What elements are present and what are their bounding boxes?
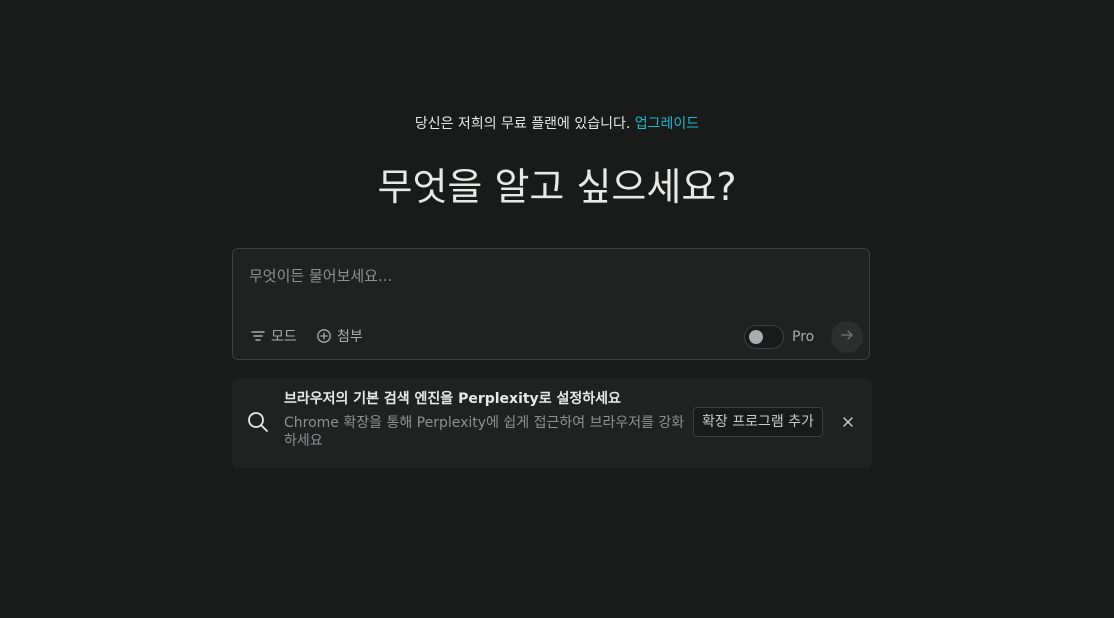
- promo-description: Chrome 확장을 통해 Perplexity에 쉽게 접근하여 브라우저를 …: [284, 415, 685, 449]
- attach-label: 첨부: [337, 329, 363, 345]
- mode-button[interactable]: 모드: [250, 325, 297, 347]
- pro-toggle-knob: [749, 330, 763, 344]
- submit-button[interactable]: [831, 321, 863, 353]
- plan-notice-text: 당신은 저희의 무료 플랜에 있습니다.: [414, 116, 631, 132]
- plan-notice: 당신은 저희의 무료 플랜에 있습니다. 업그레이드: [0, 115, 1114, 133]
- promo-title-suffix: 로 설정하세요: [538, 391, 621, 407]
- promo-title: 브라우저의 기본 검색 엔진을 Perplexity로 설정하세요: [284, 390, 621, 408]
- add-extension-button[interactable]: 확장 프로그램 추가: [693, 407, 823, 437]
- promo-title-prefix: 브라우저의 기본 검색 엔진을: [284, 391, 459, 407]
- close-promo-button[interactable]: [840, 414, 856, 430]
- ask-input[interactable]: [249, 263, 849, 289]
- filter-icon: [250, 328, 266, 344]
- promo-title-brand: Perplexity: [458, 391, 539, 407]
- page: 당신은 저희의 무료 플랜에 있습니다. 업그레이드 무엇을 알고 싶으세요? …: [0, 0, 1114, 618]
- ask-box: 모드 첨부 Pro: [232, 248, 870, 360]
- extension-promo-card: 브라우저의 기본 검색 엔진을 Perplexity로 설정하세요 Chrome…: [232, 378, 872, 468]
- arrow-right-icon: [839, 327, 855, 347]
- attach-button[interactable]: 첨부: [316, 325, 363, 347]
- hero-title: 무엇을 알고 싶으세요?: [377, 165, 737, 209]
- search-icon: [246, 410, 270, 434]
- close-icon: [842, 413, 854, 432]
- upgrade-link[interactable]: 업그레이드: [635, 116, 699, 132]
- plus-circle-icon: [316, 328, 332, 344]
- pro-toggle[interactable]: [744, 325, 784, 349]
- mode-label: 모드: [271, 329, 297, 345]
- pro-label: Pro: [792, 329, 815, 345]
